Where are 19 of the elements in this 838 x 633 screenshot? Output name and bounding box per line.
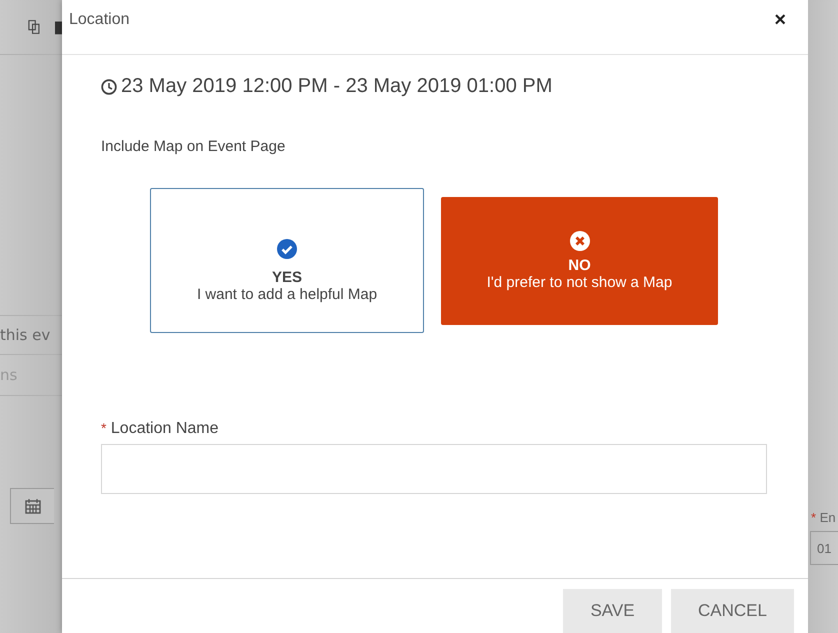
dialog-title: Location <box>69 11 130 29</box>
map-option-card[interactable]: NO I'd prefer to not show a Map <box>441 196 718 324</box>
copy-icon[interactable] <box>28 19 41 35</box>
background-label: * En <box>810 510 837 525</box>
x-circle-icon <box>570 230 590 250</box>
map-option-card[interactable]: YES I want to add a helpful Map <box>150 188 424 333</box>
background-field: 01 <box>810 531 838 565</box>
background-text: this ev <box>0 326 50 344</box>
location-name-label: * Location Name <box>101 420 220 438</box>
location-name-field[interactable] <box>101 444 767 494</box>
check-circle-icon <box>277 238 297 258</box>
calendar-icon <box>24 498 40 514</box>
map-option-label: Include Map on Event Page <box>101 138 286 155</box>
cancel-button[interactable]: CANCEL <box>671 589 794 633</box>
close-button[interactable]: × <box>774 8 786 32</box>
date-range: 23 May 2019 12:00 PM - 23 May 2019 01:00 PM <box>121 75 552 98</box>
calendar-button[interactable] <box>10 488 54 524</box>
save-button[interactable]: SAVE <box>563 589 662 633</box>
clock-icon <box>101 78 117 94</box>
